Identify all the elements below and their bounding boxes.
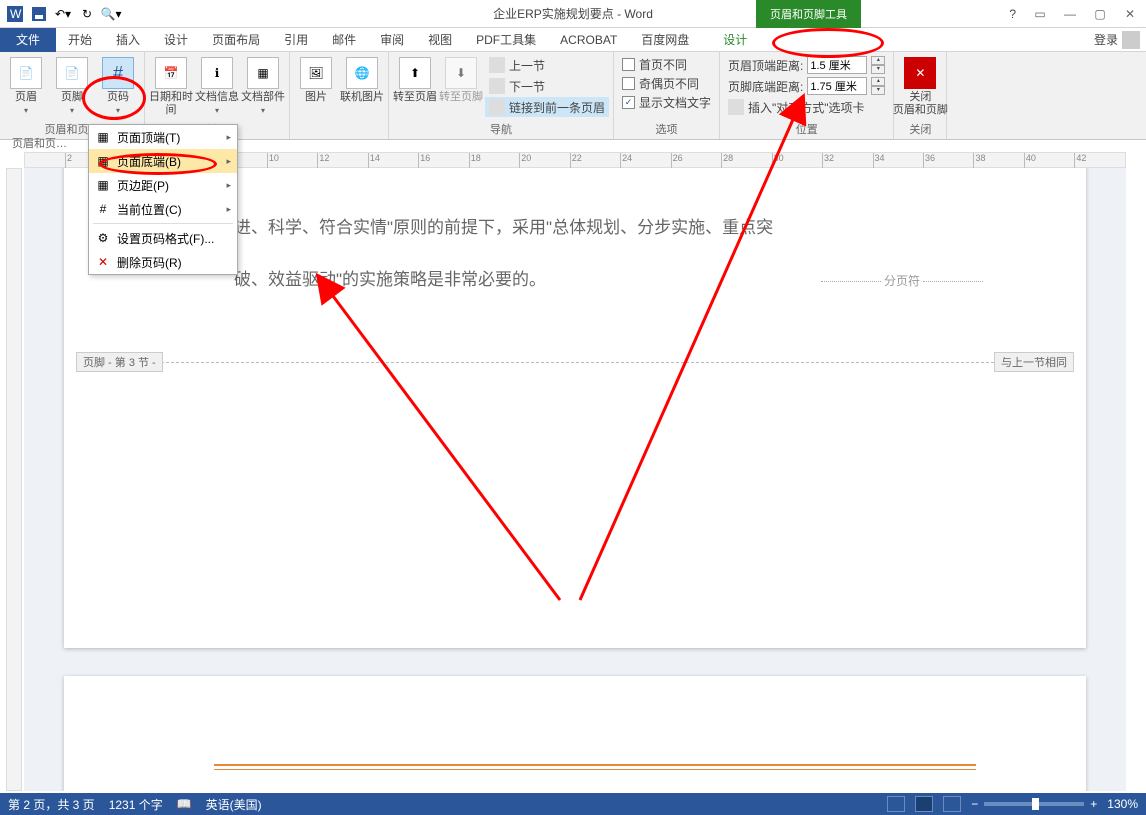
menu-format-page-numbers[interactable]: ⚙设置页码格式(F)... <box>89 226 237 250</box>
undo-icon[interactable]: ↶▾ <box>52 3 74 25</box>
group-close: ✕关闭 页眉和页脚 关闭 <box>894 52 947 139</box>
datetime-button[interactable]: 📅日期和时间 <box>149 55 193 117</box>
link-previous-button[interactable]: 链接到前一条页眉 <box>485 97 609 117</box>
zoom-slider[interactable]: − + <box>971 797 1097 811</box>
page-number-button[interactable]: #页码▾ <box>96 55 140 115</box>
window-controls: ▭ — ▢ ✕ <box>1028 4 1142 24</box>
page-status[interactable]: 第 2 页，共 3 页 <box>8 796 95 813</box>
svg-text:W: W <box>10 7 22 21</box>
prev-section-button[interactable]: 上一节 <box>485 55 609 75</box>
tab-acrobat[interactable]: ACROBAT <box>548 28 629 52</box>
print-preview-icon[interactable]: 🔍▾ <box>100 3 122 25</box>
tab-review[interactable]: 审阅 <box>368 28 416 52</box>
proofing-icon[interactable]: 📖 <box>177 797 192 811</box>
ribbon-options-icon[interactable]: ▭ <box>1028 4 1052 24</box>
goto-header-button[interactable]: ⬆转至页眉 <box>393 55 437 104</box>
word-icon: W <box>4 3 26 25</box>
window-title: 企业ERP实施规划要点 - Word <box>0 5 1146 22</box>
vertical-ruler[interactable] <box>6 168 22 791</box>
tab-hf-design[interactable]: 设计 <box>711 28 759 52</box>
group-position: 页眉顶端距离:▴▾ 页脚底端距离:▴▾ 插入"对齐方式"选项卡 位置 <box>720 52 894 139</box>
word-count[interactable]: 1231 个字 <box>109 796 163 813</box>
menu-remove-page-numbers[interactable]: ✕删除页码(R) <box>89 250 237 274</box>
menu-top-of-page[interactable]: ▦页面顶端(T)▸ <box>89 125 237 149</box>
body-text: 进、科学、符合实情"原则的前提下，采用"总体规划、分步实施、重点突 <box>234 210 986 246</box>
quick-access-toolbar: W ↶▾ ↻ 🔍▾ <box>0 3 126 25</box>
help-icon[interactable]: ? <box>1009 7 1016 21</box>
group-options: 首页不同 奇偶页不同 ✓显示文档文字 选项 <box>614 52 720 139</box>
footer-section-label: 页脚 - 第 3 节 - <box>76 352 163 372</box>
online-picture-button[interactable]: 🌐联机图片 <box>340 55 384 104</box>
contextual-tab-label: 页眉和页脚工具 <box>756 0 861 28</box>
menu-bottom-of-page[interactable]: ▦页面底端(B)▸ <box>89 149 237 173</box>
login-area[interactable]: 登录 <box>1094 31 1140 49</box>
close-icon[interactable]: ✕ <box>1118 4 1142 24</box>
different-first-page-checkbox[interactable]: 首页不同 <box>618 55 715 73</box>
ribbon-tabs: 文件 开始 插入 设计 页面布局 引用 邮件 审阅 视图 PDF工具集 ACRO… <box>0 28 1146 52</box>
tab-mailings[interactable]: 邮件 <box>320 28 368 52</box>
tab-view[interactable]: 视图 <box>416 28 464 52</box>
header-rule <box>214 769 976 770</box>
menu-current-position[interactable]: #当前位置(C)▸ <box>89 197 237 221</box>
close-header-footer-button[interactable]: ✕关闭 页眉和页脚 <box>898 55 942 117</box>
tab-file[interactable]: 文件 <box>0 28 56 52</box>
zoom-level[interactable]: 130% <box>1107 797 1138 811</box>
insert-alignment-tab-button[interactable]: 插入"对齐方式"选项卡 <box>724 97 889 117</box>
page-2: 页眉 - 第 3 节 - 与上一节相同 第四，认真进行数据准备工作。企业管理 E… <box>64 676 1086 791</box>
header-button[interactable]: 📄页眉▾ <box>4 55 48 115</box>
menu-page-margins[interactable]: ▦页边距(P)▸ <box>89 173 237 197</box>
read-mode-icon[interactable] <box>887 796 905 812</box>
maximize-icon[interactable]: ▢ <box>1088 4 1112 24</box>
title-bar: W ↶▾ ↻ 🔍▾ 企业ERP实施规划要点 - Word 页眉和页脚工具 ? ▭… <box>0 0 1146 28</box>
status-bar: 第 2 页，共 3 页 1231 个字 📖 英语(美国) − + 130% <box>0 793 1146 815</box>
docparts-button[interactable]: ▦文档部件▾ <box>241 55 285 115</box>
tab-design[interactable]: 设计 <box>152 28 200 52</box>
show-document-text-checkbox[interactable]: ✓显示文档文字 <box>618 93 715 111</box>
zoom-out-icon[interactable]: − <box>971 797 978 811</box>
avatar-icon <box>1122 31 1140 49</box>
web-layout-icon[interactable] <box>943 796 961 812</box>
tab-layout[interactable]: 页面布局 <box>200 28 272 52</box>
group-media: 🖼图片 🌐联机图片 <box>290 52 389 139</box>
next-section-button[interactable]: 下一节 <box>485 76 609 96</box>
different-odd-even-checkbox[interactable]: 奇偶页不同 <box>618 74 715 92</box>
header-distance-spinner[interactable]: 页眉顶端距离:▴▾ <box>724 55 889 75</box>
page-number-dropdown: ▦页面顶端(T)▸ ▦页面底端(B)▸ ▦页边距(P)▸ #当前位置(C)▸ ⚙… <box>88 124 238 275</box>
group-navigation: ⬆转至页眉 ⬇转至页脚 上一节 下一节 链接到前一条页眉 导航 <box>389 52 614 139</box>
page-break-marker: 分页符 <box>818 272 986 289</box>
tab-references[interactable]: 引用 <box>272 28 320 52</box>
redo-icon[interactable]: ↻ <box>76 3 98 25</box>
footer-boundary <box>76 362 1074 363</box>
save-icon[interactable] <box>28 3 50 25</box>
print-layout-icon[interactable] <box>915 796 933 812</box>
tab-home[interactable]: 开始 <box>56 28 104 52</box>
minimize-icon[interactable]: — <box>1058 4 1082 24</box>
tab-pdf[interactable]: PDF工具集 <box>464 28 548 52</box>
login-label: 登录 <box>1094 31 1118 48</box>
breadcrumb: 页眉和页… <box>12 135 67 151</box>
tab-baidu[interactable]: 百度网盘 <box>629 28 701 52</box>
picture-button[interactable]: 🖼图片 <box>294 55 338 104</box>
footer-distance-spinner[interactable]: 页脚底端距离:▴▾ <box>724 76 889 96</box>
language-status[interactable]: 英语(美国) <box>206 796 262 813</box>
docinfo-button[interactable]: ℹ文档信息▾ <box>195 55 239 115</box>
header-rule <box>214 764 976 766</box>
zoom-in-icon[interactable]: + <box>1090 797 1097 811</box>
tab-insert[interactable]: 插入 <box>104 28 152 52</box>
same-as-previous-label: 与上一节相同 <box>994 352 1074 372</box>
footer-button[interactable]: 📄页脚▾ <box>50 55 94 115</box>
goto-footer-button: ⬇转至页脚 <box>439 55 483 104</box>
